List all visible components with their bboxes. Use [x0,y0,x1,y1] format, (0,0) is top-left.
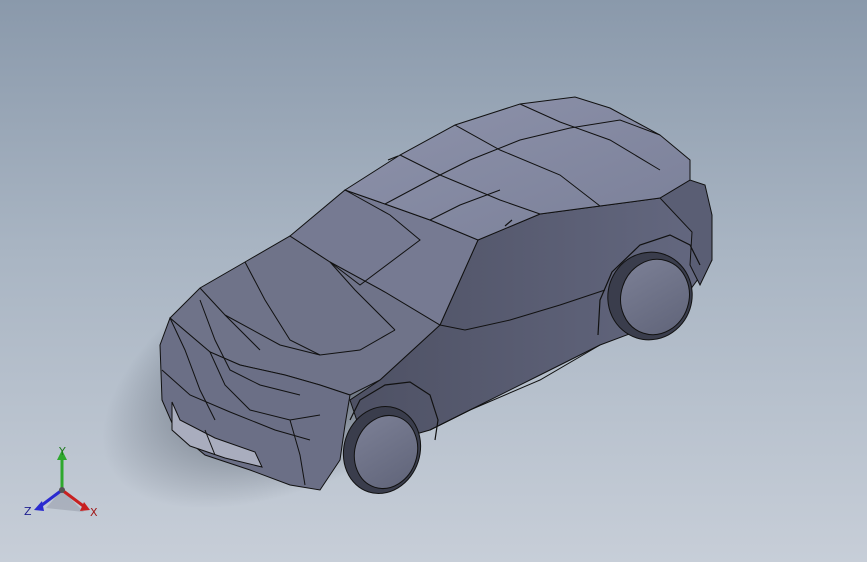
triad-origin [59,487,65,493]
reference-triad: Y Z X [24,446,108,526]
car-model[interactable] [0,0,867,562]
triad-y-label: Y [59,445,66,458]
triad-z-label: Z [24,505,32,518]
triad-x-label: X [90,506,98,519]
graphics-viewport[interactable]: Y Z X [0,0,867,562]
triad-z-arrow-icon [34,501,44,511]
